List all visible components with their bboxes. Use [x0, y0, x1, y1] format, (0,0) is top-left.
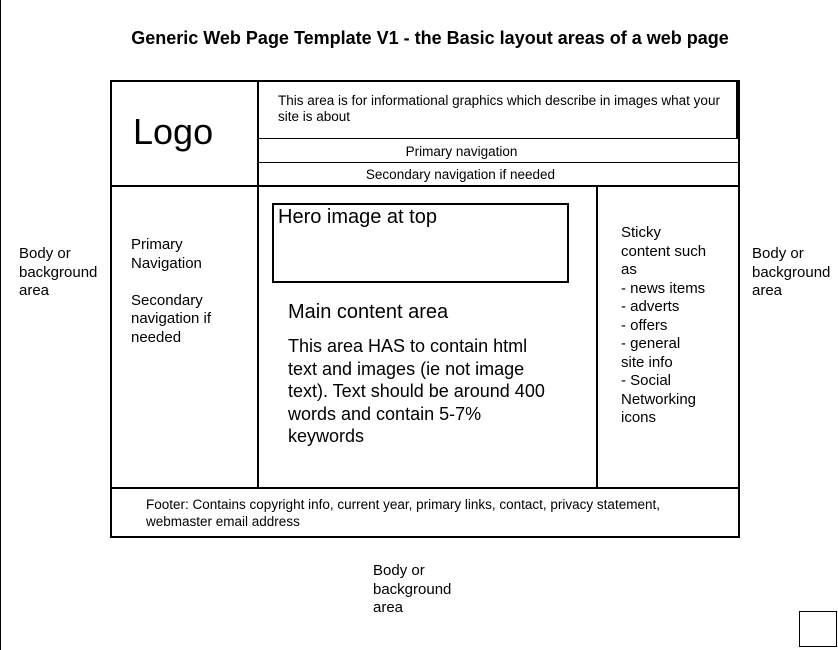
primary-navigation-bar: Primary navigation [405, 144, 518, 159]
left-column-divider [257, 80, 259, 488]
footer-area: Footer: Contains copyright info, current… [146, 497, 660, 529]
corner-box [799, 611, 837, 647]
body-area-right-line-1: Body or [752, 245, 804, 262]
body-area-left-line-3: area [19, 282, 50, 299]
sticky-line-3: as [621, 261, 637, 278]
sticky-line-4: - news items [621, 279, 706, 297]
body-area-left-label: Body or background area [19, 245, 97, 301]
sticky-line-11: icons [621, 409, 657, 426]
sticky-line-2: content such [621, 242, 707, 260]
info-graphics-area: This area is for informational graphics … [278, 93, 720, 124]
main-content-body: This area HAS to contain html text and i… [288, 336, 545, 446]
secondary-navigation-bar: Secondary navigation if needed [365, 167, 556, 182]
left-primary-nav-line-2: Navigation [131, 254, 202, 272]
footer-top-divider [110, 487, 740, 489]
body-area-right-line-2: background [752, 263, 831, 281]
right-column-divider [596, 186, 598, 488]
sticky-line-8: site info [621, 353, 673, 371]
left-secondary-nav-line-1: Secondary [131, 291, 203, 309]
sticky-line-10: Networking [621, 390, 697, 408]
sticky-line-1: Sticky [621, 224, 662, 241]
body-area-bottom-line-1: Body or [373, 562, 425, 579]
primary-nav-bottom-divider [257, 162, 740, 163]
body-area-bottom-line-3: area [373, 599, 404, 616]
header-bottom-divider [110, 185, 740, 187]
sticky-line-5: - adverts [621, 298, 680, 315]
body-area-right-label: Body or background area [752, 245, 830, 301]
sticky-content-sidebar: Sticky content such as - news items - ad… [621, 224, 706, 428]
sticky-line-9: - Social [621, 372, 672, 389]
sticky-line-6: - offers [621, 316, 668, 334]
left-sidebar-navigation: Primary Navigation Secondary navigation … [131, 236, 211, 347]
left-secondary-nav-line-2: navigation if [131, 310, 212, 327]
body-area-bottom-line-2: background [373, 580, 452, 598]
body-area-right-line-3: area [752, 282, 783, 299]
left-secondary-nav-line-3: needed [131, 328, 182, 346]
body-area-bottom-label: Body or background area [373, 562, 451, 618]
sticky-line-7: - general [621, 335, 681, 352]
info-area-bottom-divider [257, 138, 740, 139]
info-area-right-border [736, 80, 738, 138]
body-area-left-line-2: background [19, 263, 98, 281]
hero-image-label: Hero image at top [278, 206, 437, 228]
logo-area: Logo [133, 111, 214, 152]
main-content-title: Main content area [288, 301, 449, 323]
page-left-edge [0, 0, 1, 650]
body-area-left-line-1: Body or [19, 245, 71, 262]
left-primary-nav-line-1: Primary [131, 236, 183, 253]
diagram-title: Generic Web Page Template V1 - the Basic… [131, 28, 729, 48]
